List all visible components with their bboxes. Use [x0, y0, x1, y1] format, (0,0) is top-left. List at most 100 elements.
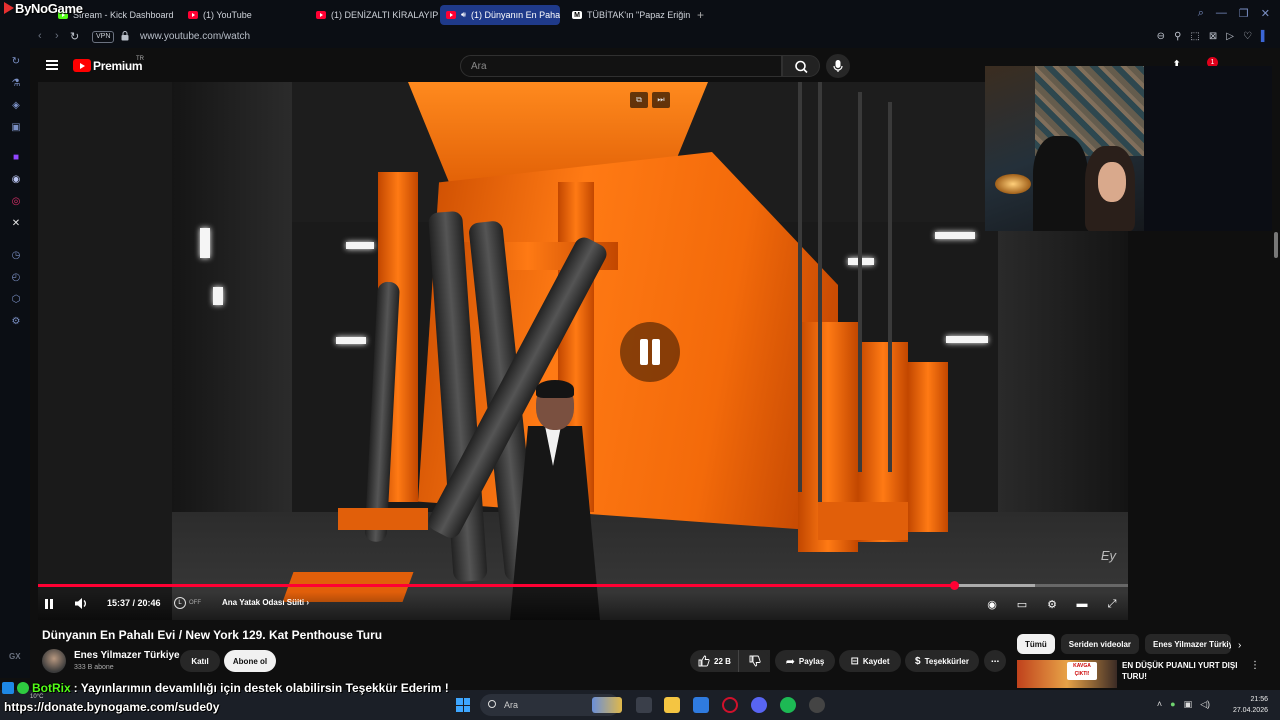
thumbnail-badge: KAVGA ÇIKTI!: [1067, 662, 1097, 680]
theater-mode-icon[interactable]: ▬: [1074, 597, 1090, 611]
youtube-premium-label[interactable]: Premium: [93, 59, 143, 73]
save-button[interactable]: ⊟ Kaydet: [839, 650, 901, 672]
box-icon[interactable]: ⬡: [10, 294, 22, 306]
more-actions-button[interactable]: ⋯: [984, 650, 1006, 672]
share-button[interactable]: ➦ Paylaş: [775, 650, 835, 672]
close-icon[interactable]: ✕: [1261, 7, 1270, 20]
join-button[interactable]: Katıl: [180, 650, 220, 672]
speaker-icon[interactable]: 🔊︎: [461, 10, 466, 20]
chapter-label: Ana Yatak Odası Süiti: [222, 598, 305, 607]
mail-icon[interactable]: [693, 697, 709, 713]
youtube-icon: [188, 11, 198, 19]
scrollbar-thumb[interactable]: [1274, 232, 1278, 258]
sidebar-toggle-icon[interactable]: ▌: [1261, 31, 1268, 42]
tab-youtube-home[interactable]: (1) YouTube: [182, 5, 310, 25]
thumbs-down-icon: [749, 655, 761, 667]
search-icon[interactable]: ⌕: [1198, 7, 1204, 20]
reload-icon[interactable]: ↻: [70, 30, 79, 43]
tab-active-video[interactable]: 🔊︎ (1) Dünyanın En Pahalı: [440, 5, 560, 25]
instagram-icon[interactable]: ◎: [10, 196, 22, 208]
task-view-icon[interactable]: [636, 697, 652, 713]
refresh-icon[interactable]: ↻: [10, 56, 22, 68]
chip-all[interactable]: Tümü: [1017, 634, 1055, 654]
vpn-badge[interactable]: VPN: [92, 31, 115, 43]
obs-icon[interactable]: [809, 697, 825, 713]
fullscreen-icon[interactable]: ⤢: [1104, 597, 1120, 611]
history-icon[interactable]: ◴: [10, 272, 22, 284]
subscribe-button[interactable]: Abone ol: [224, 650, 276, 672]
dislike-button[interactable]: [738, 650, 770, 672]
tab-label: (1) YouTube: [203, 10, 252, 20]
recommendation-title[interactable]: EN DÜŞÜK PUANLI YURT DIŞI TURU!: [1122, 660, 1240, 682]
channel-name[interactable]: Enes Yilmazer Türkiye: [74, 650, 180, 661]
autoplay-toggle[interactable]: L OFF: [174, 597, 201, 609]
opera-gx-icon[interactable]: [722, 697, 738, 713]
video-player[interactable]: ⧉ ⏭︎ Ey 15:37 / 20:46 L OFF Ana Yatak Od…: [38, 82, 1128, 620]
channel-watermark[interactable]: Ey: [1101, 548, 1116, 563]
widgets-icon[interactable]: [592, 697, 622, 713]
settings-icon[interactable]: ⚙: [1044, 597, 1060, 611]
tab-denizalti[interactable]: (1) DENİZALTI KİRALAYIP: [310, 5, 438, 25]
pause-icon[interactable]: [44, 599, 54, 609]
pause-overlay-button[interactable]: [620, 322, 680, 382]
save-label: Kaydet: [862, 656, 890, 666]
snapshot-icon[interactable]: ⬚: [1190, 31, 1199, 42]
skip-icon[interactable]: ⏭︎: [652, 92, 670, 108]
chapter-title[interactable]: Ana Yatak Odası Süiti ›: [222, 598, 309, 607]
flask-icon[interactable]: ⚗: [10, 78, 22, 90]
stream-overlay-panel: [1144, 66, 1280, 231]
browser-toolbar: ⊖ ⚲ ⬚ ⊠ ▷ ♡ ▌: [1157, 31, 1268, 42]
channel-avatar[interactable]: [42, 649, 66, 673]
miniplayer-icon[interactable]: ⧉: [630, 92, 648, 108]
windows-start-icon[interactable]: [456, 698, 470, 712]
youtube-logo-icon[interactable]: [73, 59, 91, 72]
cube-icon[interactable]: ◈: [10, 100, 22, 112]
mic-tray-icon[interactable]: ●: [1170, 699, 1175, 710]
search-button[interactable]: [782, 55, 820, 77]
chevron-up-icon[interactable]: ˄: [1157, 699, 1162, 710]
back-icon[interactable]: ‹: [38, 30, 42, 42]
network-icon[interactable]: ▣: [1184, 699, 1193, 710]
minimize-icon[interactable]: —: [1216, 7, 1227, 20]
new-tab-button[interactable]: +: [697, 8, 704, 22]
twitch-icon[interactable]: ■: [10, 152, 22, 164]
recommendation-thumbnail[interactable]: KAVGA ÇIKTI!: [1017, 660, 1117, 688]
url-field[interactable]: www.youtube.com/watch: [140, 31, 250, 42]
bynogame-logo: ByNoGame: [4, 1, 83, 16]
speaker-icon[interactable]: ◁): [1200, 699, 1210, 710]
forward-icon[interactable]: ›: [55, 30, 59, 42]
play-circle-icon[interactable]: ◷: [10, 250, 22, 262]
search-input[interactable]: [461, 56, 781, 77]
x-icon[interactable]: ✕: [10, 218, 22, 230]
pin-icon[interactable]: ⚲: [1174, 31, 1181, 42]
file-explorer-icon[interactable]: [664, 697, 680, 713]
bookmark-icon: ⊟: [850, 655, 859, 667]
tab-tubitak[interactable]: M TÜBİTAK'ın "Papaz Eriğini: [566, 5, 690, 25]
scrubber-handle[interactable]: [949, 581, 959, 590]
chip-series[interactable]: Seriden videolar: [1060, 634, 1140, 654]
voice-search-button[interactable]: [826, 54, 850, 78]
more-vert-icon[interactable]: ⋮: [1250, 660, 1260, 671]
settings-icon[interactable]: ⚙: [10, 316, 22, 328]
bookmark-heart-icon[interactable]: ♡: [1243, 31, 1252, 42]
thanks-button[interactable]: $ Teşekkürler: [905, 650, 979, 672]
discord-icon[interactable]: ◉: [10, 174, 22, 186]
spotify-icon[interactable]: [780, 697, 796, 713]
zoom-icon[interactable]: ⊖: [1157, 31, 1165, 42]
menu-icon[interactable]: [46, 60, 58, 70]
system-clock[interactable]: 21:56 27.04.2026: [1233, 694, 1268, 716]
subtitles-icon[interactable]: ▭: [1014, 597, 1030, 611]
discord-icon[interactable]: [751, 697, 767, 713]
restore-icon[interactable]: ❐: [1239, 7, 1249, 20]
chip-channel[interactable]: Enes Yilmazer Türkiye: [1145, 634, 1232, 654]
messenger-icon[interactable]: ▣: [10, 122, 22, 134]
adblock-icon[interactable]: ⊠: [1209, 31, 1217, 42]
volume-icon[interactable]: [74, 597, 88, 613]
player-controls: 15:37 / 20:46 L OFF Ana Yatak Odası Süit…: [38, 592, 1128, 620]
search-icon: [488, 700, 496, 708]
page-scrollbar[interactable]: [1272, 48, 1280, 678]
pip-icon[interactable]: ◉: [984, 597, 1000, 611]
chevron-right-icon[interactable]: ›: [1238, 640, 1241, 651]
player-icon[interactable]: ▷: [1226, 31, 1234, 42]
progress-bar[interactable]: [38, 581, 1128, 590]
